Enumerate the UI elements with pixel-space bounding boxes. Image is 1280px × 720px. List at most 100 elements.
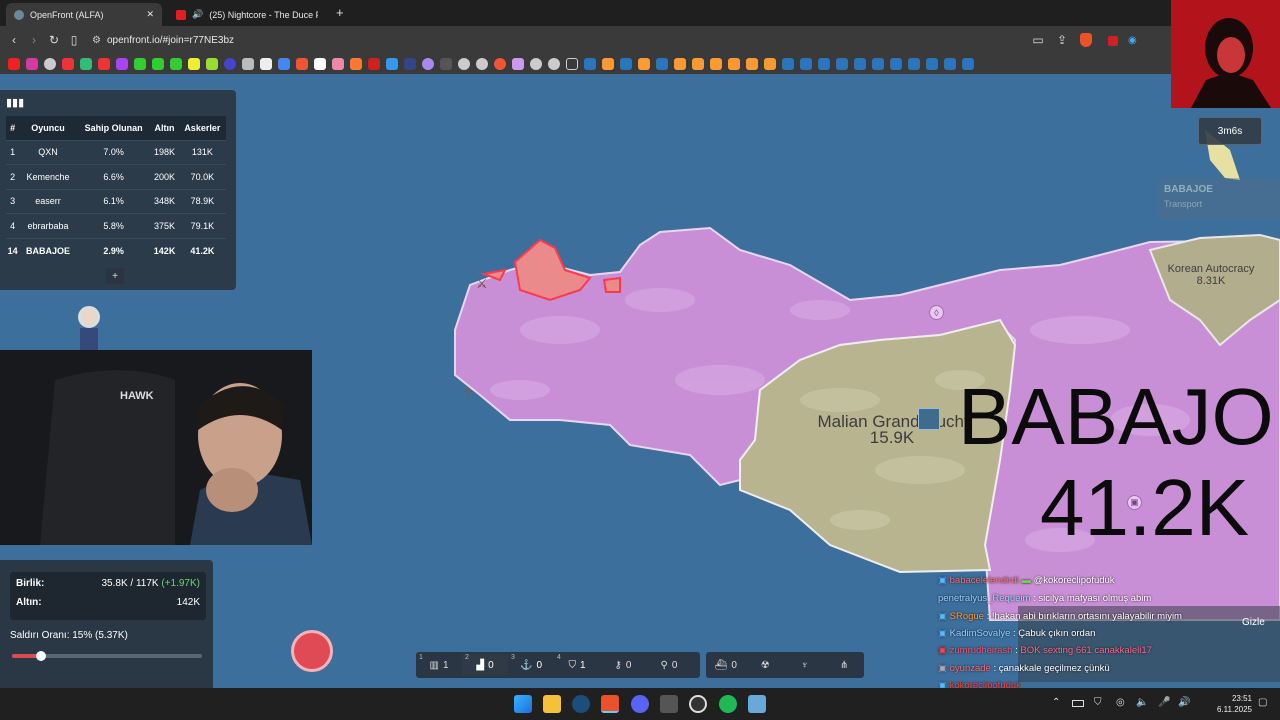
bookmark-icon-29[interactable] <box>512 58 524 70</box>
build-missile-button[interactable]: ⚷ 0 <box>600 654 646 676</box>
bookmark-icon-3[interactable] <box>44 58 56 70</box>
attack-ratio-knob[interactable] <box>35 651 46 661</box>
bookmark-icon-38[interactable] <box>746 58 758 70</box>
bookmark-icon-25[interactable] <box>440 58 452 70</box>
steam-bookmark-icon-5[interactable] <box>800 58 812 70</box>
tray-battery-icon[interactable] <box>1072 700 1084 707</box>
bookmark-icon-23[interactable] <box>404 58 416 70</box>
port-marker-icon[interactable] <box>918 408 940 430</box>
obs-icon[interactable] <box>689 695 707 713</box>
nuke-button[interactable]: ☢ <box>747 654 783 676</box>
tray-chevron-icon[interactable]: ⌃ <box>1052 697 1060 708</box>
hide-chat-button[interactable]: Gizle <box>1242 617 1265 628</box>
build-silo-button[interactable]: ⚲ 0 <box>646 654 692 676</box>
folder-icon[interactable] <box>566 58 578 70</box>
tray-clock[interactable]: 23:51 6.11.2025 <box>1210 693 1252 715</box>
bookmark-icon-32[interactable] <box>602 58 614 70</box>
spotify-icon[interactable] <box>719 695 737 713</box>
leaderboard-expand-button[interactable]: + <box>106 268 124 284</box>
bookmark-icon-7[interactable] <box>116 58 128 70</box>
steam-bookmark-icon-10[interactable] <box>890 58 902 70</box>
bookmark-icon-36[interactable] <box>710 58 722 70</box>
file-explorer-icon[interactable] <box>543 695 561 713</box>
steam-bookmark-icon-14[interactable] <box>962 58 974 70</box>
audio-extension-icon[interactable]: ◉ <box>1128 35 1137 46</box>
notification-icon[interactable]: ▢ <box>1258 697 1267 708</box>
share-icon[interactable]: ⇪ <box>1054 32 1070 48</box>
bookmark-icon-10[interactable] <box>170 58 182 70</box>
tray-speaker-icon[interactable]: 🔊 <box>1178 697 1190 708</box>
steam-bookmark-icon-11[interactable] <box>908 58 920 70</box>
col-player[interactable]: Oyuncu <box>19 116 77 140</box>
steam-bookmark-icon-13[interactable] <box>944 58 956 70</box>
bookmark-icon-22[interactable] <box>386 58 398 70</box>
bookmark-icon-6[interactable] <box>98 58 110 70</box>
bookmark-icon-30[interactable] <box>530 58 542 70</box>
bookmark-icon-33[interactable] <box>638 58 650 70</box>
col-owned[interactable]: Sahip Olunan <box>76 116 151 140</box>
bookmark-icon-4[interactable] <box>62 58 74 70</box>
bookmark-icon-13[interactable] <box>224 58 236 70</box>
attack-ratio-slider[interactable] <box>12 651 202 661</box>
bookmark-icon-11[interactable] <box>188 58 200 70</box>
windows-start-icon[interactable] <box>514 695 532 713</box>
bookmark-icon-28[interactable] <box>494 58 506 70</box>
build-defense-button[interactable]: 4 ⛉ 1 <box>554 654 600 676</box>
speaker-icon[interactable]: 🔊 <box>192 9 203 20</box>
bookmark-icon-14[interactable] <box>242 58 254 70</box>
bookmark-icon-34[interactable] <box>674 58 686 70</box>
back-icon[interactable]: ‹ <box>6 32 22 48</box>
table-row[interactable]: 1 QXN 7.0% 198K 131K <box>6 139 226 165</box>
steam-bookmark-icon-9[interactable] <box>872 58 884 70</box>
bookmark-icon-16[interactable] <box>278 58 290 70</box>
tray-mic-icon[interactable]: 🎤 <box>1158 697 1170 708</box>
close-tab-icon[interactable]: ✕ <box>146 9 154 20</box>
bookmark-icon-27[interactable] <box>476 58 488 70</box>
tray-volume-icon[interactable]: 🔈 <box>1136 697 1148 708</box>
bookmark-icon-5[interactable] <box>80 58 92 70</box>
site-settings-icon[interactable]: ⚙ <box>92 35 101 46</box>
reload-icon[interactable]: ↻ <box>46 32 62 48</box>
bookmark-icon-1[interactable] <box>8 58 20 70</box>
steam-bookmark-icon-7[interactable] <box>836 58 848 70</box>
build-city-button[interactable]: 1 ▥ 1 <box>416 654 462 676</box>
shield-marker-icon[interactable]: ◊ <box>929 305 944 320</box>
steam-bookmark-icon-1[interactable] <box>584 58 596 70</box>
bookmark-icon-20[interactable] <box>350 58 362 70</box>
bookmark-icon-9[interactable] <box>152 58 164 70</box>
steam-bookmark-icon-12[interactable] <box>926 58 938 70</box>
col-troops[interactable]: Askerler <box>178 116 226 140</box>
warship-button[interactable]: ⛴ 0 <box>708 654 744 676</box>
steam-icon[interactable] <box>572 695 590 713</box>
bookmark-icon-24[interactable] <box>422 58 434 70</box>
address-bar[interactable]: ⚙ openfront.io/#join=r77NE3bz <box>92 31 234 49</box>
bomb-menu-icon[interactable] <box>291 630 333 672</box>
bookmark-icon-18[interactable] <box>314 58 326 70</box>
table-row[interactable]: 2 Kemenche 6.6% 200K 70.0K <box>6 164 226 189</box>
col-rank[interactable]: # <box>6 116 20 140</box>
bookmark-icon-31[interactable] <box>548 58 560 70</box>
screenshot-icon[interactable]: ▭ <box>1030 32 1046 48</box>
bookmark-icon-39[interactable] <box>764 58 776 70</box>
bookmark-icon-17[interactable] <box>296 58 308 70</box>
steam-bookmark-icon-6[interactable] <box>818 58 830 70</box>
discord-icon[interactable] <box>631 695 649 713</box>
tray-steam-icon[interactable]: ◎ <box>1116 697 1125 708</box>
new-tab-button[interactable]: + <box>336 5 344 20</box>
bookmark-icon-21[interactable] <box>368 58 380 70</box>
table-row[interactable]: 4 ebrarbaba 5.8% 375K 79.1K <box>6 213 226 238</box>
bookmark-icon-35[interactable] <box>692 58 704 70</box>
hydrogen-bomb-button[interactable]: ♆ <box>787 654 823 676</box>
tab-youtube[interactable]: 🔊 (25) Nightcore - The Duce Puts O <box>168 3 326 26</box>
brave-shield-icon[interactable] <box>1080 33 1092 47</box>
mirv-button[interactable]: ⋔ <box>826 654 862 676</box>
city-marker-icon[interactable]: ▣ <box>1127 495 1142 510</box>
extension-icon[interactable] <box>1108 36 1118 46</box>
steam-bookmark-icon-4[interactable] <box>782 58 794 70</box>
leaderboard-chart-icon[interactable]: ▮▮▮ <box>6 96 24 109</box>
steam-bookmark-icon-2[interactable] <box>620 58 632 70</box>
bookmark-icon-2[interactable] <box>26 58 38 70</box>
bookmark-icon-8[interactable] <box>134 58 146 70</box>
table-row-self[interactable]: 14 BABAJOE 2.9% 142K 41.2K <box>6 237 226 263</box>
col-gold[interactable]: Altın <box>150 116 179 140</box>
